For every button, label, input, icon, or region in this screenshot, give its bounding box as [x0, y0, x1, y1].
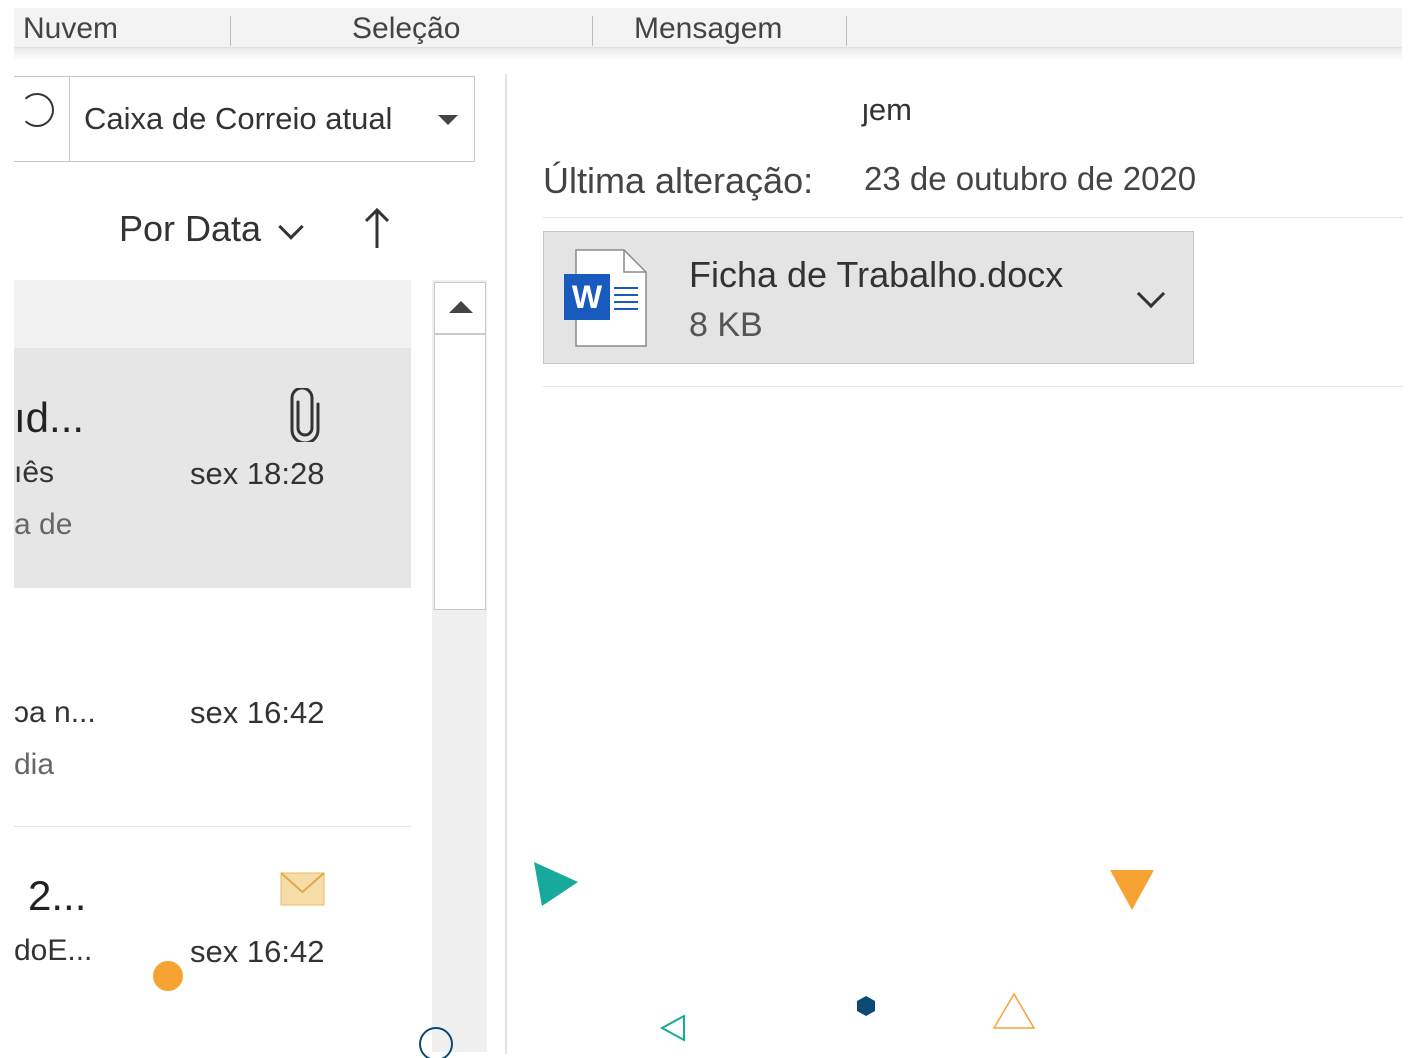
- envelope-icon: [280, 872, 325, 906]
- message-list-group-header: [14, 280, 411, 348]
- teal-triangle-decoration-icon: [534, 862, 578, 906]
- ribbon-shadow: [14, 48, 1402, 60]
- paperclip-icon: [290, 388, 320, 442]
- message-subject: ɔa n...: [14, 696, 96, 729]
- message-preview: a de: [14, 508, 73, 541]
- ribbon-group-nuvem: Nuvem: [23, 12, 119, 45]
- last-modified-value: 23 de outubro de 2020: [864, 160, 1197, 197]
- scroll-up-button[interactable]: [434, 282, 486, 334]
- pane-divider[interactable]: [505, 74, 507, 1054]
- arrow-up-icon: [449, 301, 473, 313]
- message-sender: ıd...: [14, 394, 85, 441]
- ribbon-group-labels-bar: Nuvem Seleção Mensagem: [14, 8, 1402, 48]
- reading-pane-header-fragment: ȷem: [862, 92, 912, 127]
- navy-outline-circle-decoration-icon: [419, 1027, 453, 1058]
- ribbon-group-mensagem: Mensagem: [634, 12, 783, 45]
- message-sender: 2...: [28, 872, 87, 919]
- ribbon-group-selecao: Seleção: [352, 12, 461, 45]
- message-time: sex 16:42: [190, 934, 325, 969]
- search-scope-dropdown[interactable]: Caixa de Correio atual: [69, 76, 475, 162]
- caret-down-icon: [438, 115, 458, 125]
- word-document-icon: W: [564, 249, 647, 347]
- attachment-card[interactable]: W Ficha de Trabalho.docx 8 KB: [543, 231, 1194, 364]
- ribbon-separator: [846, 16, 847, 46]
- message-preview: dia: [14, 748, 55, 781]
- svg-text:W: W: [572, 279, 603, 315]
- sort-by-button[interactable]: Por Data: [119, 208, 261, 250]
- message-subject: ıês: [14, 456, 55, 489]
- attachment-size: 8 KB: [689, 306, 763, 344]
- message-time: sex 16:42: [190, 695, 325, 730]
- scrollbar-thumb[interactable]: [434, 334, 486, 610]
- sort-direction-arrow-icon[interactable]: [362, 206, 392, 250]
- teal-outline-triangle-decoration-icon: [659, 1014, 685, 1042]
- refresh-icon: [20, 93, 54, 127]
- header-divider: [543, 217, 1403, 218]
- search-scope-label: Caixa de Correio atual: [84, 101, 393, 136]
- attachment-name: Ficha de Trabalho.docx: [689, 254, 1064, 295]
- ribbon-separator: [230, 16, 231, 46]
- orange-outline-triangle-decoration-icon: [992, 992, 1036, 1029]
- last-modified-label: Última alteração:: [543, 160, 814, 201]
- attachment-divider: [543, 386, 1403, 387]
- message-time: sex 18:28: [190, 456, 325, 491]
- attachment-menu-chevron-icon[interactable]: [1136, 279, 1166, 309]
- ribbon-separator: [592, 16, 593, 46]
- orange-dot-decoration-icon: [153, 961, 183, 991]
- navy-hexagon-decoration-icon: [857, 996, 875, 1016]
- search-refresh-button[interactable]: [14, 76, 70, 162]
- orange-triangle-decoration-icon: [1110, 870, 1154, 910]
- chevron-down-icon[interactable]: [278, 214, 304, 240]
- message-subject: doE...: [14, 934, 93, 967]
